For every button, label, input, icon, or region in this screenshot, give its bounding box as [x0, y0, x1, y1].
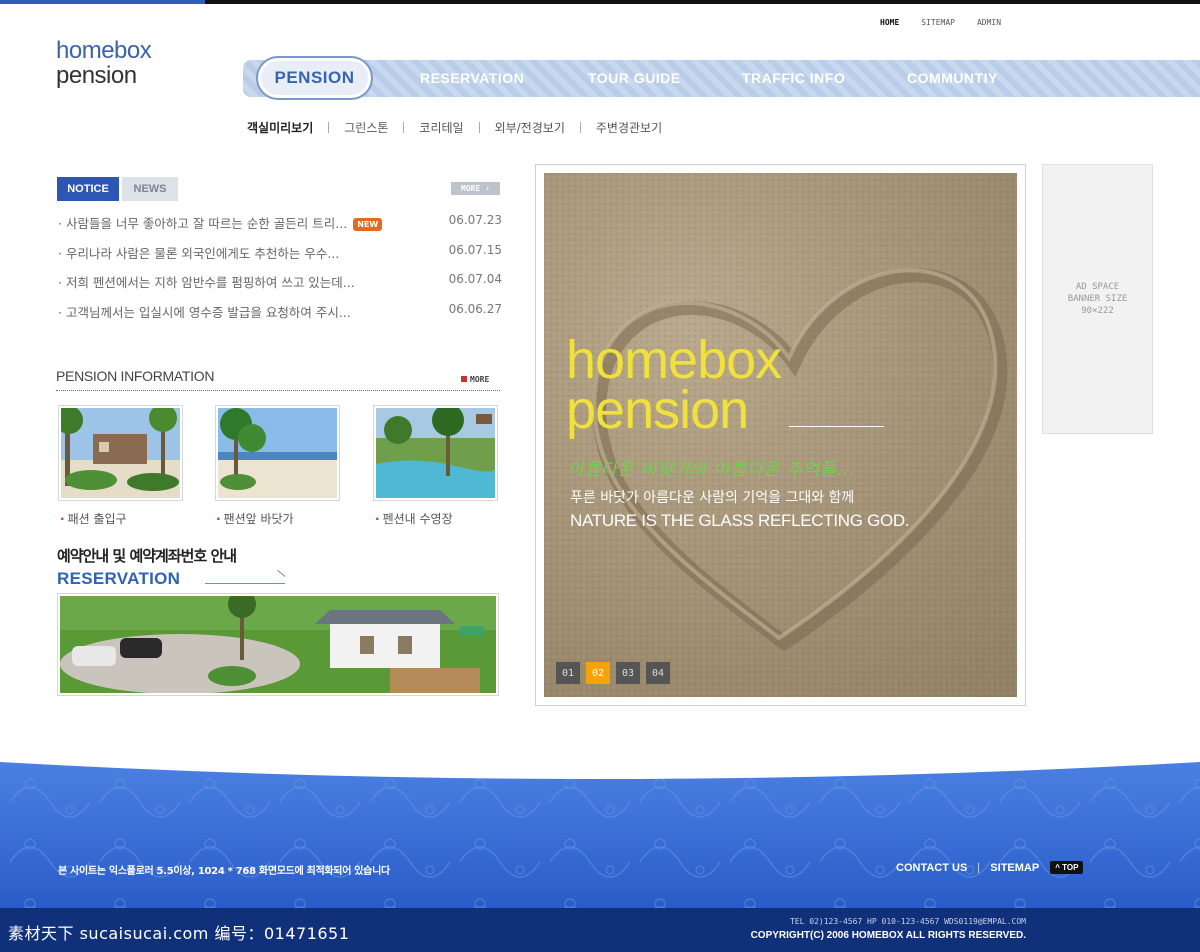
top-button-label: TOP	[1062, 863, 1079, 872]
ad-banner-space[interactable]: AD SPACE BANNER SIZE 90×222	[1042, 164, 1153, 434]
reservation-title-ko: 예약안내 및 예약계좌번호 안내	[57, 547, 237, 565]
thumb-caption: 패션 출입구	[60, 510, 127, 527]
pension-info-more-button[interactable]: MORE	[461, 375, 489, 384]
pager-button-01[interactable]: 01	[556, 662, 580, 684]
main-visual-title-line1: homebox	[566, 330, 782, 390]
top-bar	[0, 0, 1200, 4]
subnav-item-room-preview[interactable]: 객실미리보기	[247, 119, 313, 136]
gnb-item-tour-guide[interactable]: TOUR GUIDE	[588, 70, 681, 86]
notice-more-label: MORE	[461, 184, 481, 193]
gnb-item-community[interactable]: COMMUNTIY	[907, 70, 998, 86]
subnav-item-coretail[interactable]: 코리테일	[419, 119, 463, 136]
thumb-pool[interactable]	[373, 404, 498, 501]
subnav-item-exterior[interactable]: 외부/전경보기	[495, 119, 565, 136]
sub-nav: 객실미리보기 그린스톤 코리테일 외부/전경보기 주변경관보기	[247, 119, 662, 136]
notice-item[interactable]: · 사람들을 너무 좋아하고 잘 따르는 순한 골든리 트리... NEW 06.…	[58, 213, 502, 243]
ad-line3: 90×222	[1081, 306, 1114, 316]
notice-title: · 사람들을 너무 좋아하고 잘 따르는 순한 골든리 트리...	[58, 216, 348, 231]
title-underline	[789, 426, 884, 427]
gnb-item-pension[interactable]: PENSION	[256, 56, 373, 100]
pager-button-03[interactable]: 03	[616, 662, 640, 684]
ad-line1: AD SPACE	[1075, 282, 1120, 292]
reservation-banner[interactable]	[57, 590, 499, 696]
reservation-title-en[interactable]: RESERVATION	[57, 569, 180, 589]
thumb-beach[interactable]	[215, 405, 340, 501]
utility-nav: HOME SITEMAP ADMIN	[880, 18, 1001, 27]
notice-date: 06.07.04	[448, 272, 502, 286]
pension-info-title: PENSION INFORMATION	[56, 368, 215, 384]
tab-notice[interactable]: NOTICE	[57, 177, 119, 201]
top-bar-accent	[0, 0, 205, 4]
main-visual-title: homebox pension	[566, 330, 782, 440]
slide-pager: 01 02 03 04	[556, 662, 670, 684]
util-sitemap-link[interactable]: SITEMAP	[921, 18, 955, 27]
board-tabs: NOTICE NEWS	[57, 177, 178, 201]
main-visual: homebox pension 아름다운 바닷가와 아름다운 추억들... 푸른…	[544, 173, 1017, 697]
pension-exterior-photo	[60, 590, 496, 694]
notice-title: · 고객님께서는 입실시에 영수증 발급을 요청하여 주시...	[58, 304, 351, 320]
footer-sitemap-link[interactable]: SITEMAP	[990, 862, 1039, 874]
pager-button-04[interactable]: 04	[646, 662, 670, 684]
subnav-divider	[478, 122, 480, 133]
tab-news[interactable]: NEWS	[122, 177, 178, 201]
footer-background	[0, 762, 1200, 908]
top-button[interactable]: ^ TOP	[1050, 861, 1084, 874]
notice-date: 06.06.27	[448, 301, 502, 316]
main-visual-text-ko: 푸른 바닷가 아름다운 사람의 기억을 그대와 함께	[570, 490, 855, 506]
new-badge: NEW	[353, 218, 383, 231]
pager-button-02[interactable]: 02	[586, 662, 610, 684]
gnb-item-reservation[interactable]: RESERVATION	[420, 70, 524, 86]
notice-date: 06.07.15	[448, 242, 502, 257]
global-nav: PENSION RESERVATION TOUR GUIDE TRAFFIC I…	[243, 56, 1200, 100]
footer-contact-info: TEL 02)123-4567 HP 010-123-4567 WDS0119@…	[789, 917, 1026, 926]
util-home-link[interactable]: HOME	[880, 18, 899, 27]
gnb-item-pension-label: PENSION	[274, 68, 355, 87]
main-visual-title-line2: pension	[566, 380, 749, 440]
notice-item[interactable]: · 저희 펜션에서는 지하 암반수를 펌핑하여 쓰고 있는데... 06.07.…	[58, 272, 502, 302]
util-admin-link[interactable]: ADMIN	[977, 18, 1001, 27]
main-visual-script: 아름다운 바닷가와 아름다운 추억들...	[568, 460, 857, 480]
beach-photo	[218, 408, 337, 498]
thumb-caption: 펜션내 수영장	[375, 510, 453, 527]
dotted-divider	[56, 390, 500, 391]
caret-up-icon: ^	[1055, 863, 1060, 872]
ad-line2: BANNER SIZE	[1067, 294, 1128, 304]
logo-line1: homebox	[56, 37, 152, 64]
watermark-text: 素材天下 sucaisucai.com 编号：01471651	[8, 924, 350, 943]
footer-link-divider	[978, 862, 980, 873]
subnav-item-surroundings[interactable]: 주변경관보기	[596, 119, 662, 136]
main-visual-text-en: NATURE IS THE GLASS REFLECTING GOD.	[570, 511, 910, 530]
site-logo[interactable]: homebox pension	[56, 37, 152, 89]
pool-photo	[376, 404, 496, 498]
notice-title: · 우리나라 사람은 물론 외국인에게도 추천하는 우수...	[58, 245, 340, 261]
thumb-entrance[interactable]	[55, 404, 183, 501]
footer-copyright: COPYRIGHT(C) 2006 HOMEBOX ALL RIGHTS RES…	[750, 930, 1026, 941]
subnav-divider	[579, 122, 581, 133]
notice-item[interactable]: · 우리나라 사람은 물론 외국인에게도 추천하는 우수... 06.07.15	[58, 243, 502, 273]
subnav-divider	[328, 122, 330, 133]
notice-item[interactable]: · 고객님께서는 입실시에 영수증 발급을 요청하여 주시... 06.06.2…	[58, 302, 502, 332]
chevron-right-icon: ›	[485, 184, 490, 193]
logo-line2: pension	[56, 62, 137, 89]
thumb-caption: 팬션앞 바닷가	[216, 510, 294, 527]
subnav-item-greenstone[interactable]: 그린스톤	[344, 119, 388, 136]
notice-list: · 사람들을 너무 좋아하고 잘 따르는 순한 골든리 트리... NEW 06.…	[58, 213, 502, 331]
notice-more-button[interactable]: MORE ›	[451, 182, 500, 195]
footer-browser-notice: 본 사이트는 익스플로러 5.5이상, 1024 * 768 화면모드에 최적화…	[58, 866, 390, 877]
gnb-item-traffic-info[interactable]: TRAFFIC INFO	[742, 70, 845, 86]
subnav-divider	[403, 122, 405, 133]
notice-date: 06.07.23	[448, 213, 502, 227]
entrance-photo	[55, 404, 180, 498]
footer-links: CONTACT US SITEMAP ^ TOP	[896, 861, 1084, 874]
notice-title: · 저희 펜션에서는 지하 암반수를 펌핑하여 쓰고 있는데...	[58, 275, 355, 290]
main-visual-frame: homebox pension 아름다운 바닷가와 아름다운 추억들... 푸른…	[535, 164, 1026, 706]
arrow-icon	[205, 583, 285, 584]
footer-contact-link[interactable]: CONTACT US	[896, 862, 967, 874]
